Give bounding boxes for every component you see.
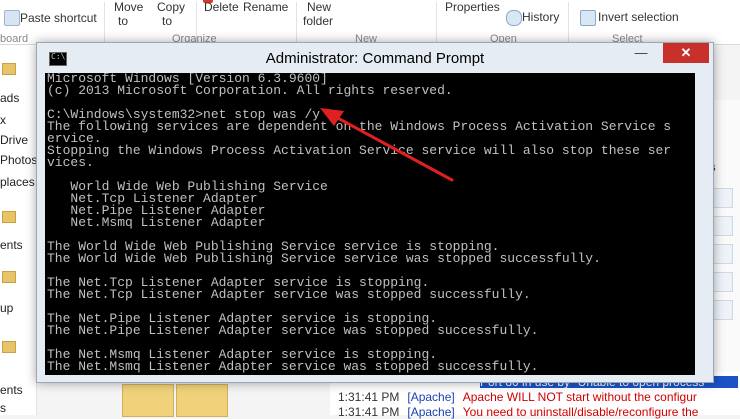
annotation-arrow-icon [320,108,454,182]
